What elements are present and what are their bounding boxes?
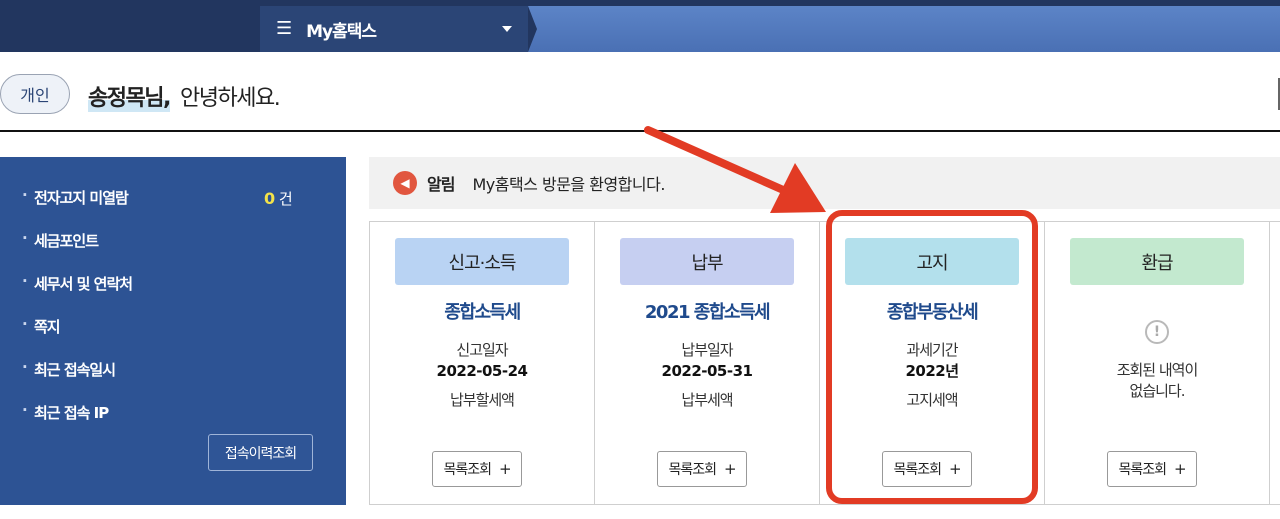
meta-label: 신고일자 (456, 341, 508, 359)
exclamation-icon: ! (1145, 320, 1169, 344)
meta-sub: 납부할세액 (449, 391, 515, 409)
chevron-down-icon (502, 26, 512, 32)
notice-bar: ◀ 알림 My홈택스 방문을 환영합니다. (369, 157, 1280, 209)
sidebar-item-messages[interactable]: 쪽지 (22, 315, 132, 359)
access-history-button[interactable]: 접속이력조회 (208, 434, 313, 471)
user-name: 송정목님, (88, 80, 171, 112)
unread-count[interactable]: 0 건 (264, 188, 293, 209)
list-view-label: 목록조회 (1118, 462, 1167, 478)
unread-count-value: 0 (264, 189, 275, 208)
card-refund: 환급 ! 조회된 내역이 없습니다. 목록조회 + (1045, 222, 1270, 504)
sidebar-item-tax-office-contact[interactable]: 세무서 및 연락처 (22, 272, 133, 316)
list-view-button[interactable]: 목록조회 + (432, 451, 522, 487)
sidebar-item-last-login-ip: 최근 접속 IP (22, 401, 132, 445)
menu-title: My홈택스 (306, 21, 377, 42)
empty-message: 조회된 내역이 없습니다. (1045, 360, 1269, 402)
sidebar-list: 전자고지 미열람 세금포인트 세무서 및 연락처 쪽지 최근 접속일시 최근 접… (22, 186, 133, 445)
notice-message: My홈택스 방문을 환영합니다. (472, 175, 665, 194)
plus-icon: + (1173, 460, 1187, 478)
card-tax-name[interactable]: 종합소득세 (370, 298, 594, 324)
card-report-income: 신고·소득 종합소득세 신고일자 2022-05-24 납부할세액 목록조회 + (370, 222, 595, 504)
list-view-button[interactable]: 목록조회 + (1107, 451, 1197, 487)
annotation-highlight-box (826, 210, 1038, 504)
notice-label: 알림 (427, 175, 455, 194)
greeting-text: 안녕하세요. (180, 86, 281, 111)
list-view-button[interactable]: 목록조회 + (657, 451, 747, 487)
hamburger-icon: ☰ (276, 18, 293, 39)
card-payment: 납부 2021 종합소득세 납부일자 2022-05-31 납부세액 목록조회 + (595, 222, 820, 504)
card-header: 납부 (620, 238, 794, 285)
list-view-label: 목록조회 (668, 462, 717, 478)
empty-line: 조회된 내역이 (1116, 361, 1199, 379)
sidebar-item-tax-points[interactable]: 세금포인트 (22, 229, 132, 273)
meta-value: 2022-05-24 (436, 362, 528, 380)
empty-line: 없습니다. (1129, 382, 1186, 400)
unread-count-unit: 건 (278, 190, 293, 208)
card-meta: 납부일자 2022-05-31 납부세액 (595, 340, 819, 411)
plus-icon: + (498, 460, 512, 478)
meta-label: 납부일자 (681, 341, 733, 359)
plus-icon: + (723, 460, 737, 478)
summary-cards: 신고·소득 종합소득세 신고일자 2022-05-24 납부할세액 목록조회 + … (369, 221, 1280, 505)
my-hometax-menu-dropdown[interactable]: ☰ My홈택스 (260, 6, 528, 52)
nav-tab-strip (528, 6, 1280, 52)
user-type-badge[interactable]: 개인 (0, 74, 70, 114)
top-navigation-bar: ☰ My홈택스 (0, 0, 1280, 52)
sidebar-item-last-login-time: 최근 접속일시 (22, 358, 132, 402)
sidebar-item-unread-notices[interactable]: 전자고지 미열람 (22, 186, 132, 230)
user-info-sidebar: 전자고지 미열람 세금포인트 세무서 및 연락처 쪽지 최근 접속일시 최근 접… (0, 157, 346, 505)
list-view-label: 목록조회 (443, 462, 492, 478)
meta-sub: 납부세액 (681, 391, 733, 409)
card-header: 환급 (1070, 238, 1244, 285)
meta-value: 2022-05-31 (661, 362, 753, 380)
card-meta: 신고일자 2022-05-24 납부할세액 (370, 340, 594, 411)
card-header: 신고·소득 (395, 238, 569, 285)
card-tax-name[interactable]: 2021 종합소득세 (595, 298, 819, 324)
greeting-row: 개인 송정목님, 안녕하세요. (0, 52, 1280, 132)
megaphone-icon: ◀ (393, 171, 417, 195)
